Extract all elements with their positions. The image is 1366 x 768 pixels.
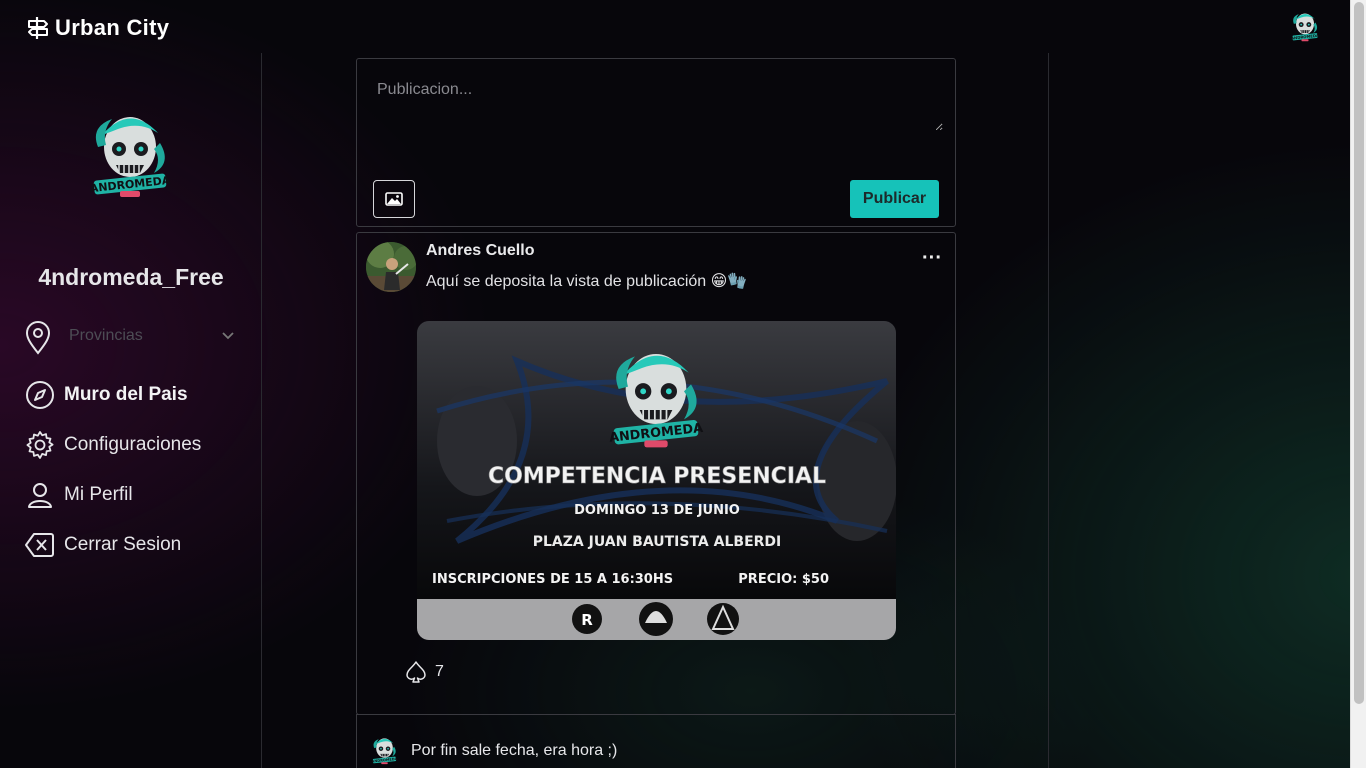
- nav-cerrar-sesion[interactable]: Cerrar Sesion: [24, 528, 181, 562]
- more-options-icon[interactable]: ···: [920, 248, 944, 271]
- province-select[interactable]: Provincias: [24, 321, 239, 355]
- province-select-label: Provincias: [69, 327, 143, 344]
- event-flyer: COMPETENCIA PRESENCIAL DOMINGO 13 DE JUN…: [417, 321, 896, 640]
- publish-button[interactable]: Publicar: [850, 180, 939, 218]
- chevron-down-icon: [222, 332, 234, 340]
- logout-icon: [25, 533, 54, 557]
- sidebar: 4ndromeda_Free Provincias Muro del Pais …: [0, 53, 262, 768]
- flyer-registration: INSCRIPCIONES DE 15 A 16:30HS: [432, 572, 673, 587]
- app-name: Urban City: [55, 15, 170, 40]
- profile-username: 4ndromeda_Free: [38, 264, 224, 290]
- right-divider: [1048, 53, 1049, 768]
- user-avatar[interactable]: [1290, 10, 1320, 42]
- nav-label: Mi Perfil: [64, 484, 133, 505]
- author-avatar[interactable]: [366, 242, 416, 292]
- brand[interactable]: Urban City: [27, 15, 169, 41]
- nav-label: Muro del Pais: [64, 384, 188, 405]
- post-image[interactable]: COMPETENCIA PRESENCIAL DOMINGO 13 DE JUN…: [417, 321, 896, 640]
- svg-text:R: R: [581, 611, 593, 629]
- post-author[interactable]: Andres Cuello: [426, 242, 534, 260]
- page-scrollbar[interactable]: [1350, 0, 1366, 768]
- post-text: Por fin sale fecha, era hora ;): [411, 742, 618, 759]
- author-avatar[interactable]: [371, 735, 398, 765]
- post-card: Andres Cuello Aquí se deposita la vista …: [356, 232, 956, 715]
- post-textarea[interactable]: [365, 69, 943, 131]
- flyer-price: PRECIO: $50: [738, 572, 829, 587]
- gear-icon: [26, 431, 54, 459]
- nav-label: Cerrar Sesion: [64, 534, 182, 555]
- top-navbar: Urban City: [0, 0, 1350, 53]
- post-card: Por fin sale fecha, era hora ;): [356, 714, 956, 768]
- author-photo: [366, 242, 416, 292]
- nav-mi-perfil[interactable]: Mi Perfil: [24, 478, 133, 512]
- profile-avatar: [88, 107, 172, 199]
- attach-image-button[interactable]: [373, 180, 415, 218]
- flyer-title: COMPETENCIA PRESENCIAL: [488, 464, 826, 489]
- image-icon: [385, 192, 403, 206]
- like-count: 7: [435, 663, 444, 680]
- user-icon: [28, 483, 52, 508]
- post-composer: Publicar: [356, 58, 956, 227]
- post-text: Aquí se deposita la vista de publicación…: [426, 273, 748, 290]
- compass-icon: [26, 381, 54, 409]
- nav-label: Configuraciones: [64, 434, 202, 455]
- signpost-icon: [28, 17, 48, 39]
- location-pin-icon: [25, 321, 51, 355]
- flyer-date: DOMINGO 13 DE JUNIO: [574, 503, 740, 518]
- like-button[interactable]: 7: [405, 660, 444, 684]
- flyer-place: PLAZA JUAN BAUTISTA ALBERDI: [533, 534, 782, 550]
- nav-muro-del-pais[interactable]: Muro del Pais: [24, 378, 188, 412]
- scrollbar-thumb[interactable]: [1354, 2, 1364, 704]
- spade-like-icon: [406, 661, 426, 683]
- nav-configuraciones[interactable]: Configuraciones: [24, 428, 201, 462]
